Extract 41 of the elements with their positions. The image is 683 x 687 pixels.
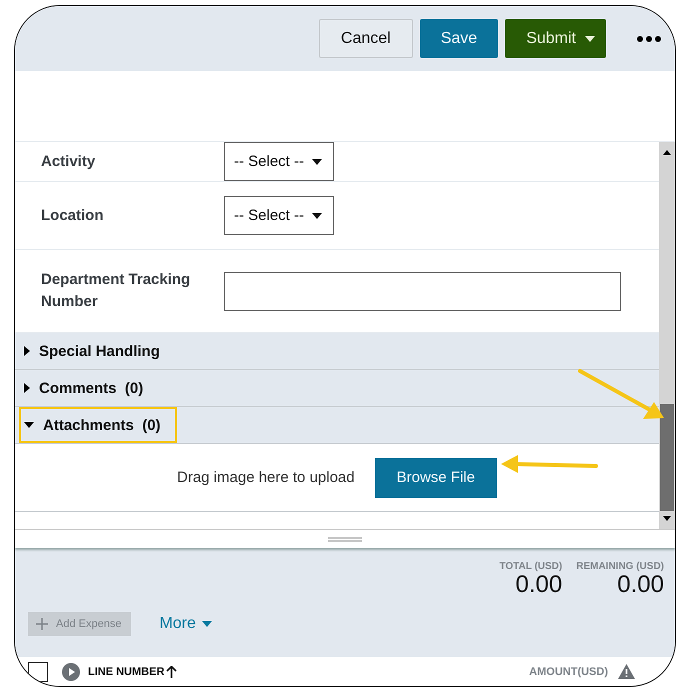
scroll-down-icon[interactable]: [663, 516, 671, 521]
section-header[interactable]: Comments (0): [15, 370, 659, 407]
caret-icon: [585, 36, 595, 42]
select-dropdown[interactable]: -- Select --: [224, 196, 334, 235]
section-header[interactable]: Attachments (0): [15, 407, 659, 444]
caret-icon: [312, 212, 322, 218]
collapse-icon: [24, 422, 34, 428]
total-label: REMAINING (USD): [576, 561, 664, 572]
more-icon[interactable]: [637, 36, 661, 42]
section-title: Special Handling: [39, 342, 160, 360]
cancel-button[interactable]: Cancel: [318, 19, 413, 58]
total-value: 0.00: [516, 572, 562, 598]
field-label: Location: [40, 206, 104, 226]
upload-hint: Drag image here to upload: [177, 469, 355, 486]
select-dropdown[interactable]: -- Select --: [224, 142, 334, 181]
column-header[interactable]: AMOUNT(USD): [529, 666, 608, 678]
total-label: TOTAL (USD): [499, 561, 562, 572]
total-value: 0.00: [617, 572, 664, 598]
resize-handle-icon[interactable]: [328, 536, 362, 542]
field-label: Activity: [40, 152, 96, 172]
section-header[interactable]: Special Handling: [15, 333, 659, 370]
scroll-thumb[interactable]: [660, 404, 674, 511]
scroll-up-icon[interactable]: [663, 150, 671, 155]
more-menu[interactable]: More: [159, 615, 212, 633]
save-button[interactable]: Save: [420, 19, 498, 58]
input-field[interactable]: [224, 272, 621, 310]
sort-up-icon: [166, 666, 178, 678]
column-header[interactable]: LINE NUMBER: [88, 666, 178, 678]
caret-icon: [312, 158, 322, 164]
expand-icon: [24, 346, 30, 356]
plus-icon: [36, 618, 48, 630]
section-title: Attachments (0): [43, 416, 161, 434]
caret-icon: [202, 621, 212, 627]
expand-icon: [24, 383, 30, 393]
checkbox[interactable]: [28, 662, 48, 682]
section-title: Comments (0): [39, 380, 144, 396]
field-label: Department Tracking Number: [40, 270, 192, 312]
browse-button[interactable]: Browse File: [374, 458, 497, 498]
scrollbar[interactable]: [659, 142, 675, 529]
submit-button[interactable]: Submit: [505, 19, 606, 58]
play-icon[interactable]: [62, 662, 80, 680]
